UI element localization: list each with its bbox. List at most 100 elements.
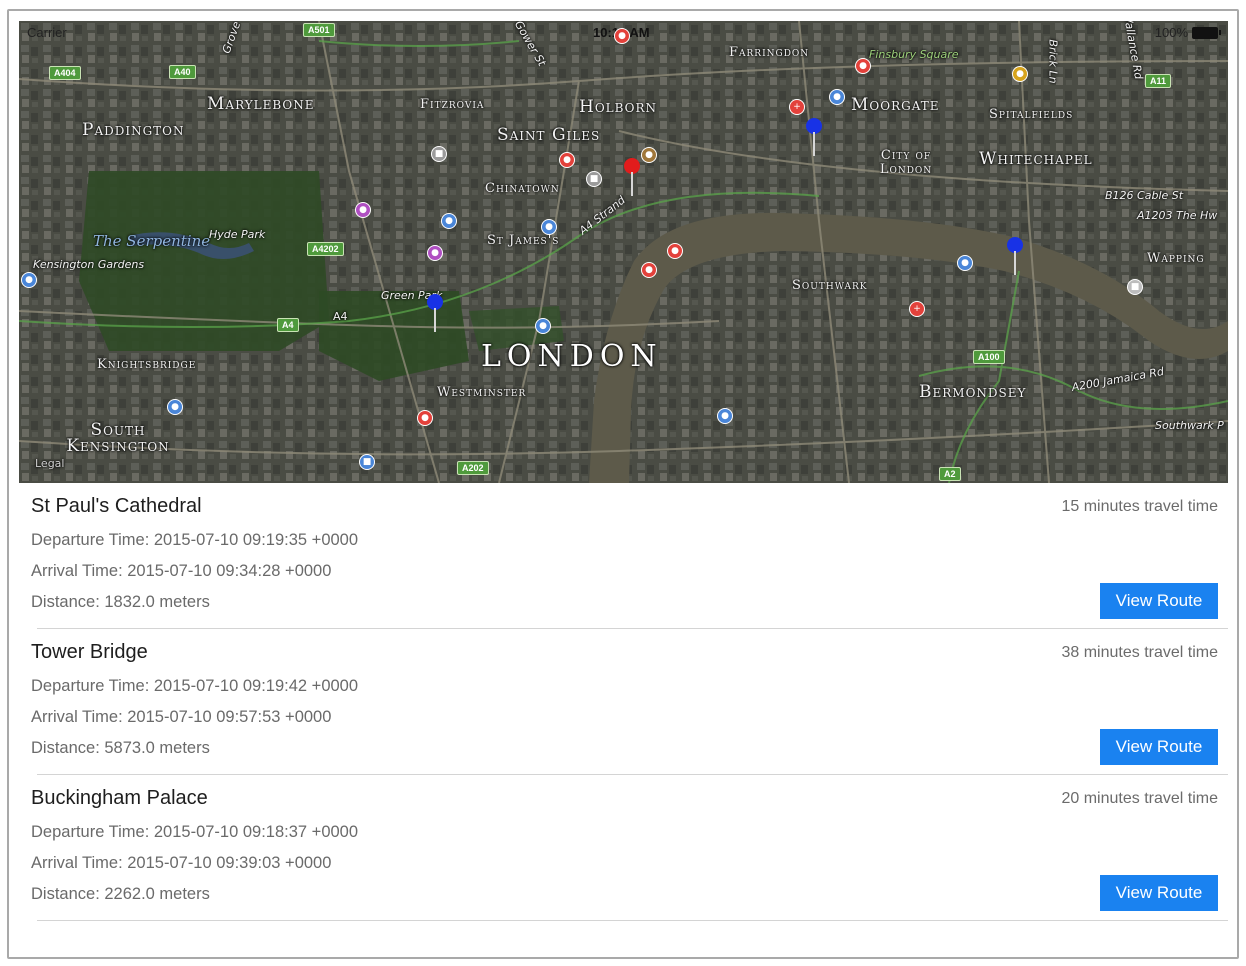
view-route-button[interactable]: View Route: [1100, 875, 1218, 911]
route-list: St Paul's Cathedral 15 minutes travel ti…: [19, 483, 1228, 921]
distance: Distance: 1832.0 meters: [31, 593, 210, 611]
pin-stick: [813, 132, 815, 156]
transit-poi-icon[interactable]: ■: [359, 454, 375, 470]
restaurant-poi-icon[interactable]: ●: [855, 58, 871, 74]
distance: Distance: 5873.0 meters: [31, 739, 210, 757]
pin-stick: [1014, 251, 1016, 275]
hospital-poi-icon[interactable]: +: [909, 301, 925, 317]
arrival-time: Arrival Time: 2015-07-10 09:57:53 +0000: [31, 708, 332, 726]
route-cell[interactable]: Buckingham Palace 20 minutes travel time…: [19, 775, 1228, 921]
pin-stick: [434, 308, 436, 332]
satellite-map[interactable]: Carrier 10:15 AM 100% Marylebone Padding…: [19, 21, 1228, 483]
battery-icon: [1192, 26, 1221, 39]
hospital-poi-icon[interactable]: +: [789, 99, 805, 115]
restaurant-poi-icon[interactable]: ●: [641, 262, 657, 278]
travel-time: 38 minutes travel time: [1061, 644, 1218, 661]
map-pin-red[interactable]: [624, 158, 640, 198]
road-badge-a4202: A4202: [307, 242, 344, 256]
map-label-farringdon: Farringdon: [729, 45, 810, 60]
pin-stick: [631, 172, 633, 196]
map-street-southwark-park: Southwark P: [1155, 419, 1224, 432]
map-street-cable-st: B126 Cable St: [1105, 189, 1184, 202]
carrier-label: Carrier: [27, 25, 67, 40]
map-label-paddington: Paddington: [82, 120, 185, 140]
app-window: Carrier 10:15 AM 100% Marylebone Padding…: [7, 9, 1239, 959]
map-label-spitalfields: Spitalfields: [989, 107, 1074, 122]
map-label-finsbury-square: Finsbury Square: [869, 48, 959, 61]
road-badge-a501: A501: [303, 23, 335, 37]
arrival-time: Arrival Time: 2015-07-10 09:34:28 +0000: [31, 562, 332, 580]
map-label-wapping: Wapping: [1147, 251, 1205, 266]
map-pin-tower-bridge[interactable]: [1007, 237, 1023, 277]
map-label-saint-giles: Saint Giles: [497, 125, 601, 145]
cafe-poi-icon[interactable]: ●: [1012, 66, 1028, 82]
landmark-poi-icon[interactable]: ■: [1127, 279, 1143, 295]
landmark-poi-icon[interactable]: ●: [441, 213, 457, 229]
map-label-southwark: Southwark: [792, 278, 868, 293]
theatre-poi-icon[interactable]: ■: [431, 146, 447, 162]
hotel-poi-icon[interactable]: ●: [427, 245, 443, 261]
map-label-city-of-london: City of London: [879, 148, 933, 177]
road-badge-a11: A11: [1145, 74, 1172, 88]
hotel-poi-icon[interactable]: ●: [355, 202, 371, 218]
landmark-poi-icon[interactable]: ●: [167, 399, 183, 415]
cell-separator: [37, 920, 1228, 921]
road-badge-a404: A404: [49, 66, 81, 80]
restaurant-poi-icon[interactable]: ●: [614, 28, 630, 44]
landmark-poi-icon[interactable]: ●: [957, 255, 973, 271]
travel-time: 15 minutes travel time: [1061, 498, 1218, 515]
landmark-poi-icon[interactable]: ●: [535, 318, 551, 334]
map-pin-buckingham-palace[interactable]: [427, 294, 443, 334]
landmark-poi-icon[interactable]: ●: [717, 408, 733, 424]
departure-time: Departure Time: 2015-07-10 09:19:35 +000…: [31, 531, 359, 549]
road-label-a4: A4: [333, 310, 348, 323]
map-label-kensington-gardens: Kensington Gardens: [33, 258, 145, 271]
map-label-serpentine: The Serpentine: [93, 232, 211, 250]
map-label-st-jamess: St James's: [487, 233, 560, 248]
map-label-moorgate: Moorgate: [851, 95, 940, 115]
departure-time: Departure Time: 2015-07-10 09:19:42 +000…: [31, 677, 359, 695]
restaurant-poi-icon[interactable]: ●: [417, 410, 433, 426]
road-badge-a40: A40: [169, 65, 196, 79]
map-label-marylebone: Marylebone: [207, 94, 315, 114]
road-badge-a2: A2: [939, 467, 961, 481]
map-label-holborn: Holborn: [579, 97, 658, 117]
road-badge-a202: A202: [457, 461, 489, 475]
cafe-poi-icon[interactable]: ●: [641, 147, 657, 163]
map-label-london: LONDON: [481, 339, 663, 374]
distance: Distance: 2262.0 meters: [31, 885, 210, 903]
route-title: St Paul's Cathedral: [31, 495, 202, 517]
map-label-south-kensington: South Kensington: [66, 420, 170, 456]
map-label-bermondsey: Bermondsey: [919, 382, 1027, 402]
landmark-poi-icon[interactable]: ●: [829, 89, 845, 105]
view-route-button[interactable]: View Route: [1100, 583, 1218, 619]
map-legal-link[interactable]: Legal: [35, 457, 64, 470]
route-title: Tower Bridge: [31, 641, 148, 663]
theatre-poi-icon[interactable]: ■: [586, 171, 602, 187]
view-route-button[interactable]: View Route: [1100, 729, 1218, 765]
landmark-poi-icon[interactable]: ●: [21, 272, 37, 288]
route-cell[interactable]: St Paul's Cathedral 15 minutes travel ti…: [19, 483, 1228, 629]
map-pin-st-pauls[interactable]: [806, 118, 822, 158]
map-label-whitechapel: Whitechapel: [979, 149, 1093, 169]
map-terrain: [19, 21, 1228, 483]
map-label-chinatown: Chinatown: [485, 181, 560, 196]
road-badge-a100: A100: [973, 350, 1005, 364]
map-label-fitzrovia: Fitzrovia: [420, 97, 485, 112]
road-badge-a4: A4: [277, 318, 299, 332]
route-cell[interactable]: Tower Bridge 38 minutes travel time Depa…: [19, 629, 1228, 775]
arrival-time: Arrival Time: 2015-07-10 09:39:03 +0000: [31, 854, 332, 872]
restaurant-poi-icon[interactable]: ●: [559, 152, 575, 168]
map-label-knightsbridge: Knightsbridge: [97, 357, 197, 372]
travel-time: 20 minutes travel time: [1061, 790, 1218, 807]
map-street-the-highway: A1203 The Hw: [1137, 209, 1218, 222]
landmark-poi-icon[interactable]: ●: [541, 219, 557, 235]
map-label-hyde-park: Hyde Park: [209, 228, 266, 241]
battery-percent: 100%: [1154, 25, 1188, 40]
battery-status: 100%: [1154, 25, 1221, 40]
departure-time: Departure Time: 2015-07-10 09:18:37 +000…: [31, 823, 359, 841]
map-street-brick-ln: Brick Ln: [1046, 39, 1060, 84]
map-label-westminster: Westminster: [437, 385, 527, 400]
route-title: Buckingham Palace: [31, 787, 208, 809]
restaurant-poi-icon[interactable]: ●: [667, 243, 683, 259]
